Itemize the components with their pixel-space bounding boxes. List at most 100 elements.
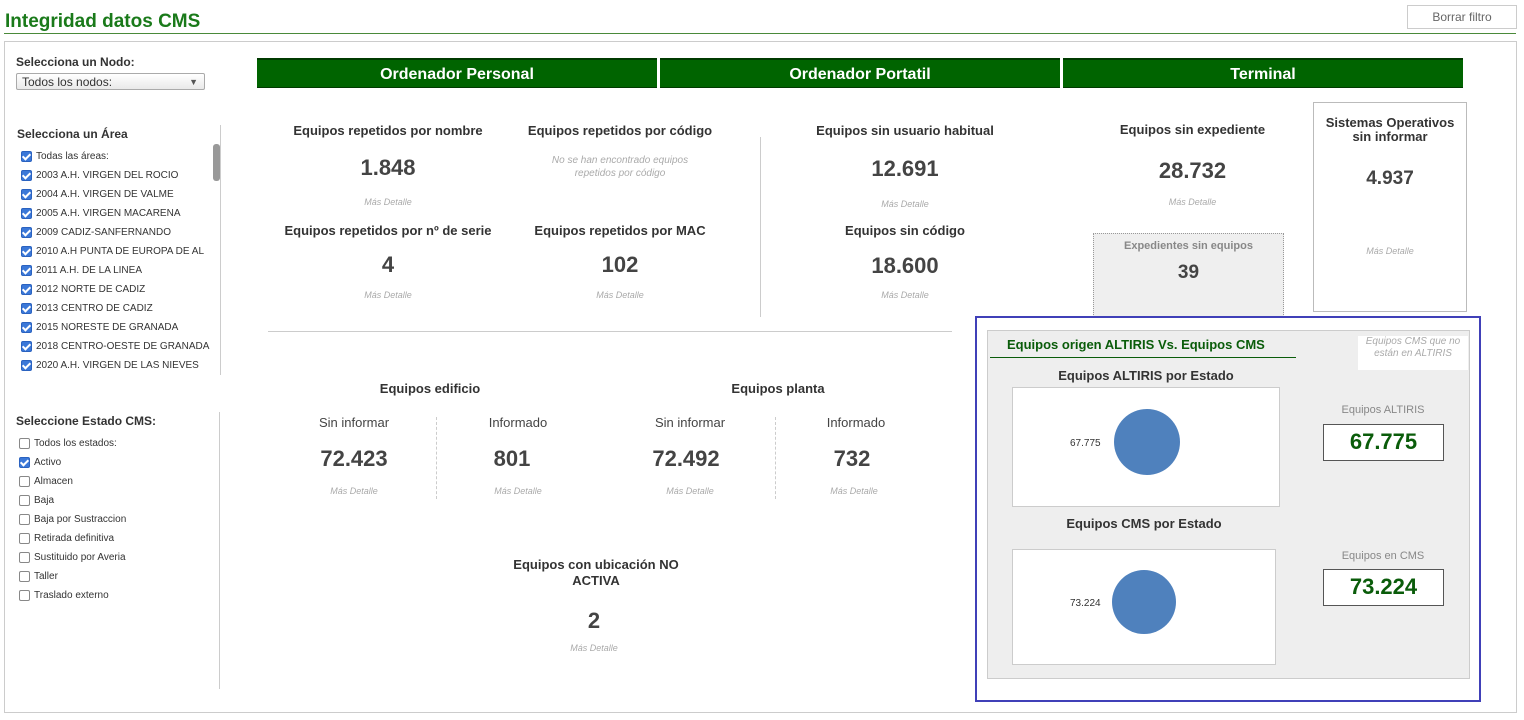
filter-option-label: 2020 A.H. VIRGEN DE LAS NIEVES (36, 360, 199, 371)
altiris-chart-title: Equipos ALTIRIS por Estado (1058, 368, 1234, 383)
filter-option[interactable]: 2011 A.H. DE LA LINEA (21, 261, 211, 280)
checkbox[interactable] (21, 189, 32, 200)
node-label: Selecciona un Nodo: (16, 55, 135, 69)
checkbox[interactable] (21, 246, 32, 257)
filter-option-label: 2011 A.H. DE LA LINEA (36, 265, 142, 276)
filter-option[interactable]: Baja (19, 491, 209, 510)
checkbox[interactable] (21, 227, 32, 238)
filter-option-label: Taller (34, 571, 58, 582)
edificio-inf-detail-link[interactable]: Más Detalle (454, 486, 582, 496)
planta-sin-value: 72.492 (652, 446, 720, 471)
checkbox[interactable] (19, 590, 30, 601)
planta-sin-label: Sin informar (654, 415, 726, 430)
area-label: Selecciona un Área (17, 127, 128, 141)
filter-option[interactable]: Taller (19, 567, 209, 586)
rep-serie-detail-link[interactable]: Más Detalle (268, 290, 508, 300)
sin-codigo-detail-link[interactable]: Más Detalle (775, 290, 1035, 300)
compare-title: Equipos origen ALTIRIS Vs. Equipos CMS (1007, 337, 1265, 352)
rep-serie-title: Equipos repetidos por nº de serie (284, 223, 492, 238)
filter-option-label: 2010 A.H PUNTA DE EUROPA DE AL (36, 246, 205, 257)
filter-option-label: 2004 A.H. VIRGEN DE VALME (36, 189, 174, 200)
tab-ordenador-personal[interactable]: Ordenador Personal (257, 58, 657, 88)
filter-option[interactable]: 2020 A.H. VIRGEN DE LAS NIEVES (21, 356, 211, 375)
planta-inf-value: 732 (833, 446, 871, 471)
checkbox[interactable] (21, 265, 32, 276)
filter-option[interactable]: Retirada definitiva (19, 529, 209, 548)
checkbox[interactable] (19, 457, 30, 468)
area-list: Todas las áreas: 2003 A.H. VIRGEN DEL ROC… (21, 147, 211, 375)
checkbox[interactable] (19, 571, 30, 582)
planta-inf-detail-link[interactable]: Más Detalle (790, 486, 918, 496)
checkbox[interactable] (21, 303, 32, 314)
planta-inf-label: Informado (826, 415, 886, 430)
altiris-pie-svg: 67.775 (1070, 409, 1180, 475)
checkbox[interactable] (21, 322, 32, 333)
filter-option[interactable]: Sustituido por Averia (19, 548, 209, 567)
pie-slice[interactable] (1114, 409, 1180, 475)
filter-option[interactable]: 2003 A.H. VIRGEN DEL ROCIO (21, 166, 211, 185)
checkbox[interactable] (21, 284, 32, 295)
checkbox[interactable] (19, 476, 30, 487)
checkbox[interactable] (19, 514, 30, 525)
filter-option-label: Activo (34, 457, 62, 468)
sin-usuario-detail-link[interactable]: Más Detalle (775, 199, 1035, 209)
rep-mac-title: Equipos repetidos por MAC (534, 223, 706, 238)
planta-sin-detail-link[interactable]: Más Detalle (626, 486, 754, 496)
sin-usuario-value: 12.691 (871, 156, 939, 181)
filter-option[interactable]: Todas las áreas: (21, 147, 211, 166)
so-sin-informar-detail-link[interactable]: Más Detalle (1313, 246, 1467, 256)
filter-option[interactable]: 2010 A.H PUNTA DE EUROPA DE AL (21, 242, 211, 261)
filter-option-label: 2003 A.H. VIRGEN DEL ROCIO (36, 170, 179, 181)
filter-option-label: 2012 NORTE DE CADIZ (36, 284, 146, 295)
cms-count-label: Equipos en CMS (1341, 550, 1425, 562)
area-list-border (220, 125, 221, 375)
page-title: Integridad datos CMS (5, 11, 201, 32)
tab-ordenador-portatil[interactable]: Ordenador Portatil (660, 58, 1060, 88)
filter-option[interactable]: 2005 A.H. VIRGEN MACARENA (21, 204, 211, 223)
checkbox[interactable] (21, 360, 32, 371)
checkbox[interactable] (21, 170, 32, 181)
filter-option-label: 2015 NORESTE DE GRANADA (36, 322, 179, 333)
estado-list: Todos los estados: Activo Almacen Baja Baja … (19, 434, 209, 605)
checkbox[interactable] (19, 495, 30, 506)
rep-nombre-detail-link[interactable]: Más Detalle (268, 197, 508, 207)
checkbox[interactable] (19, 533, 30, 544)
clear-filter-button[interactable]: Borrar filtro (1407, 5, 1517, 29)
filter-option[interactable]: 2013 CENTRO DE CADIZ (21, 299, 211, 318)
filter-option[interactable]: Activo (19, 453, 209, 472)
pie-slice[interactable] (1112, 570, 1176, 634)
sin-expediente-detail-link[interactable]: Más Detalle (1090, 197, 1295, 207)
filter-option[interactable]: 2004 A.H. VIRGEN DE VALME (21, 185, 211, 204)
ubicacion-detail-link[interactable]: Más Detalle (504, 643, 684, 653)
filter-option[interactable]: 2012 NORTE DE CADIZ (21, 280, 211, 299)
section-divider (268, 331, 952, 332)
rep-mac-detail-link[interactable]: Más Detalle (510, 290, 730, 300)
node-select[interactable]: Todos los nodos: ▼ (16, 73, 205, 90)
ubicacion-value: 2 (587, 608, 601, 633)
planta-divider (775, 417, 776, 499)
filter-option[interactable]: Baja por Sustraccion (19, 510, 209, 529)
filter-option[interactable]: Almacen (19, 472, 209, 491)
filter-option[interactable]: Traslado externo (19, 586, 209, 605)
filter-option[interactable]: 2018 CENTRO-OESTE DE GRANADA (21, 337, 211, 356)
filter-option[interactable]: 2015 NORESTE DE GRANADA (21, 318, 211, 337)
filter-option[interactable]: 2009 CADIZ-SANFERNANDO (21, 223, 211, 242)
tab-terminal[interactable]: Terminal (1063, 58, 1463, 88)
cms-pie-chart: 73.224 (1012, 549, 1276, 665)
checkbox[interactable] (21, 151, 32, 162)
rep-mac-value: 102 (601, 252, 639, 277)
area-list-scrollbar[interactable] (213, 144, 220, 181)
filter-option-label: 2013 CENTRO DE CADIZ (36, 303, 153, 314)
checkbox[interactable] (21, 341, 32, 352)
so-sin-informar-value: 4.937 (1366, 168, 1414, 189)
filter-option-label: Traslado externo (34, 590, 109, 601)
edificio-sin-detail-link[interactable]: Más Detalle (290, 486, 418, 496)
sin-expediente-value: 28.732 (1158, 158, 1227, 183)
edificio-inf-label: Informado (488, 415, 548, 430)
checkbox[interactable] (19, 552, 30, 563)
exp-sin-equipos-title: Expedientes sin equipos (1124, 240, 1253, 252)
checkbox[interactable] (21, 208, 32, 219)
checkbox[interactable] (19, 438, 30, 449)
cms-not-in-altiris-note: Equipos CMS que no están en ALTIRIS (1358, 336, 1468, 370)
filter-option[interactable]: Todos los estados: (19, 434, 209, 453)
